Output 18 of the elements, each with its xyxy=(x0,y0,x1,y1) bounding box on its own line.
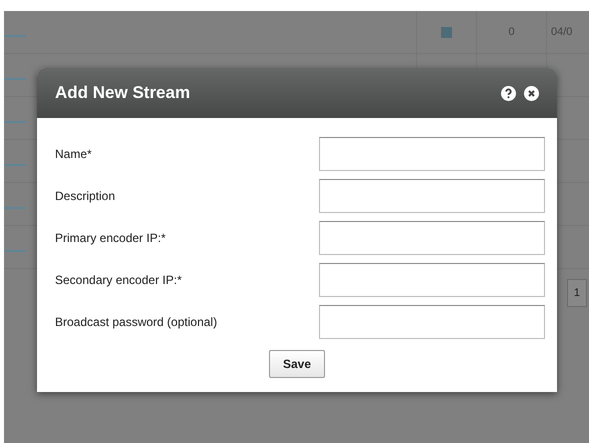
help-icon[interactable] xyxy=(501,86,516,100)
input-field[interactable] xyxy=(319,305,545,339)
field-label: Broadcast password (optional) xyxy=(55,314,218,331)
field-label: Name* xyxy=(55,146,92,163)
field-label: Secondary encoder IP:* xyxy=(55,272,182,289)
video-icon xyxy=(441,26,452,38)
input-field[interactable] xyxy=(319,263,545,297)
dialog-title: Add New Stream xyxy=(55,82,190,104)
pager-button[interactable]: 1 xyxy=(566,278,587,308)
field-label: Description xyxy=(55,188,116,205)
field-label: Primary encoder IP:* xyxy=(55,230,166,247)
input-field[interactable] xyxy=(319,137,545,171)
input-field[interactable] xyxy=(319,221,545,255)
count-cell-text: 0 xyxy=(508,24,515,40)
input-field[interactable] xyxy=(319,179,545,213)
date-cell-text: 04/0 xyxy=(551,24,572,40)
save-button[interactable]: Save xyxy=(268,350,326,378)
close-icon[interactable] xyxy=(524,86,539,100)
